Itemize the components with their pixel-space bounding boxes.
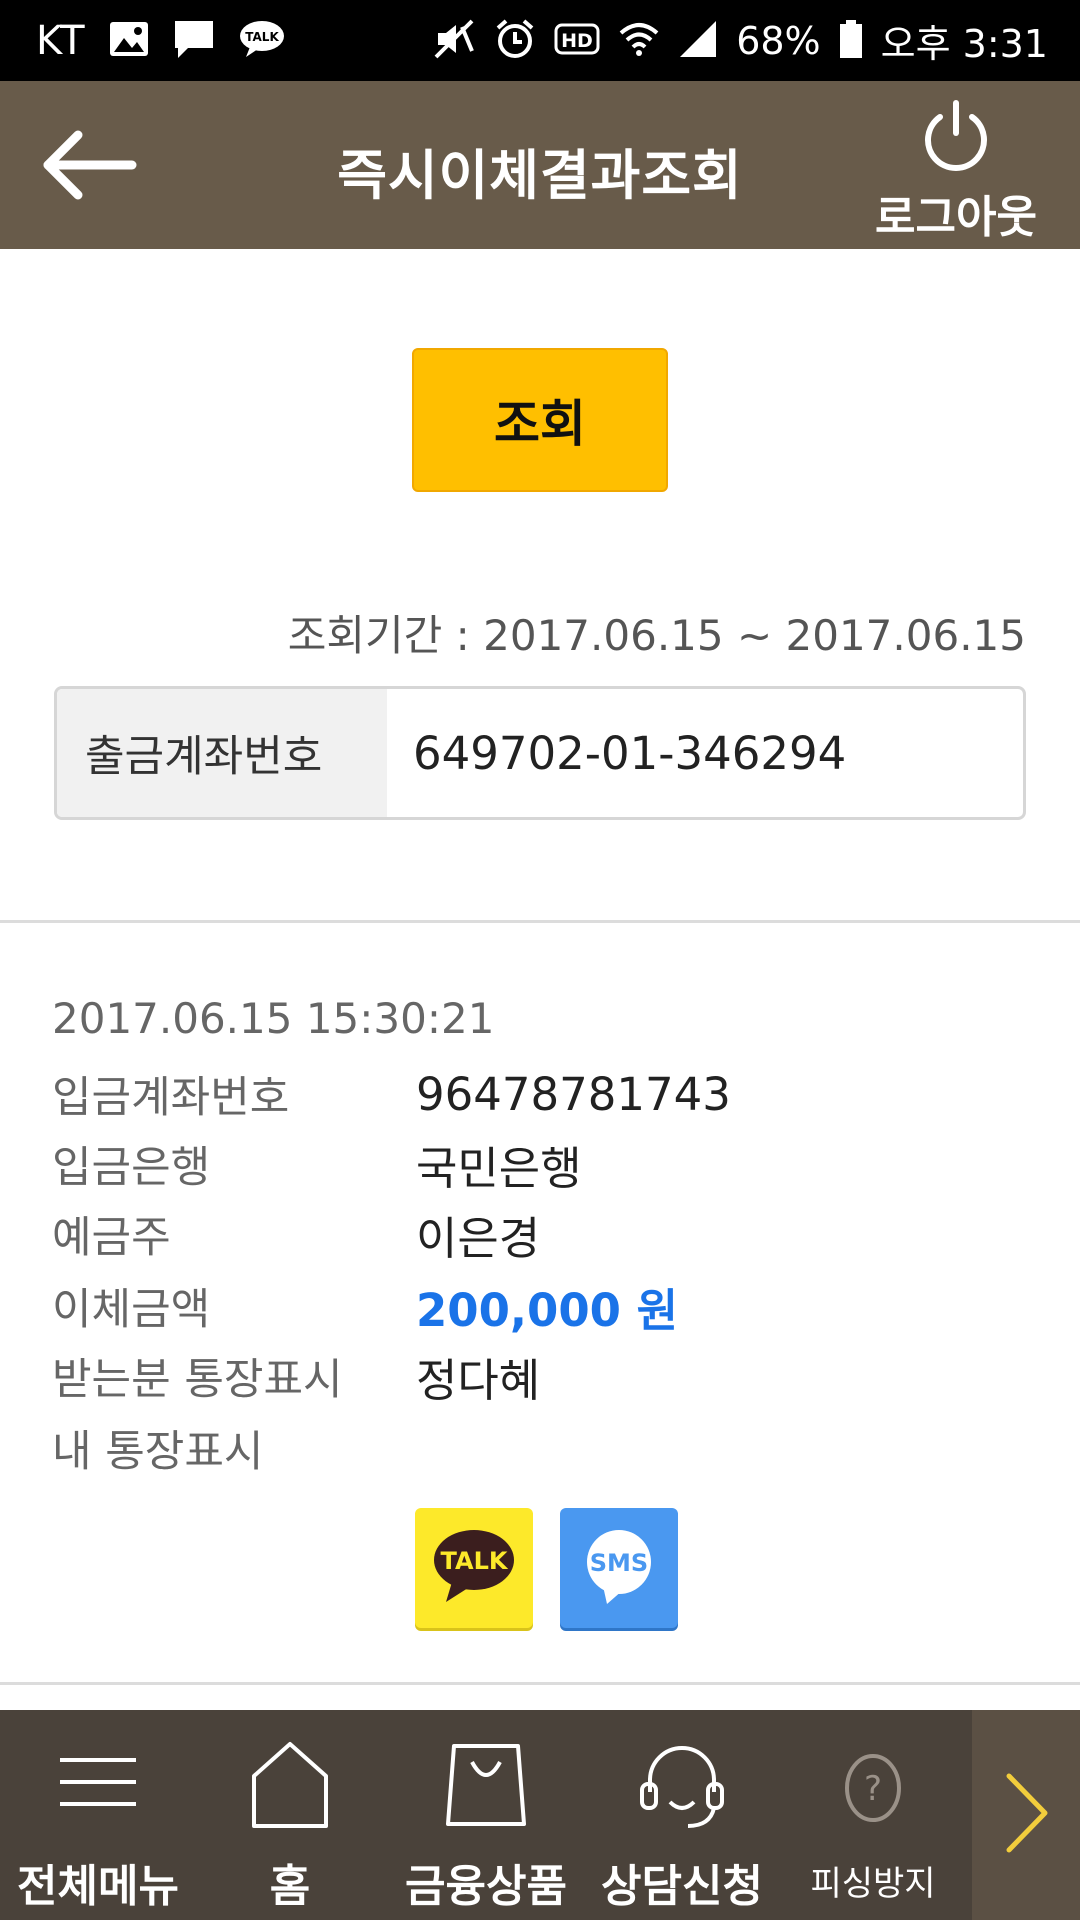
alarm-icon — [494, 18, 536, 64]
detail-value: 국민은행 — [416, 1141, 582, 1195]
status-bar: KT TALK HD 68% 오후 3:31 — [0, 0, 1080, 81]
detail-label: 입금계좌번호 — [52, 1073, 290, 1123]
nav-label: 홈 — [269, 1861, 311, 1912]
nav-home[interactable]: 홈 — [196, 1710, 384, 1920]
sms-bubble-icon: SMS — [577, 1526, 661, 1610]
detail-row-recipient-memo: 받는분 통장표시 정다혜 — [52, 1346, 1032, 1407]
detail-label: 이체금액 — [52, 1285, 211, 1335]
app-header: 즉시이체결과조회 로그아웃 — [0, 81, 1080, 249]
detail-value: 96478781743 — [416, 1067, 731, 1121]
detail-row-account-holder: 예금주 이은경 — [52, 1204, 1032, 1265]
transfer-timestamp: 2017.06.15 15:30:21 — [52, 994, 495, 1043]
nav-all-menu[interactable]: 전체메뉴 — [0, 1710, 196, 1920]
detail-row-deposit-bank: 입금은행 국민은행 — [52, 1134, 1032, 1195]
svg-text:HD: HD — [561, 30, 593, 52]
vibrate-mute-icon — [432, 19, 476, 63]
hamburger-menu-icon — [56, 1732, 140, 1836]
message-icon — [172, 18, 216, 64]
nav-phishing-prevention[interactable]: ? 피싱방지 — [778, 1710, 968, 1920]
kakaotalk-icon: TALK — [428, 1526, 520, 1610]
withdraw-account-value: 649702-01-346294 — [413, 726, 847, 780]
nav-label: 상담신청 — [601, 1861, 763, 1912]
wifi-icon — [618, 19, 660, 63]
nav-next-button[interactable] — [972, 1710, 1080, 1920]
detail-row-my-memo: 내 통장표시 — [52, 1418, 1032, 1478]
question-circle-icon: ? — [831, 1732, 915, 1836]
svg-text:?: ? — [864, 1769, 882, 1809]
detail-value: 이은경 — [416, 1211, 541, 1265]
detail-label: 받는분 통장표시 — [52, 1355, 343, 1405]
signal-icon — [678, 19, 718, 63]
logout-label: 로그아웃 — [875, 192, 1037, 243]
query-button[interactable]: 조회 — [412, 348, 668, 492]
power-icon — [868, 99, 1044, 179]
status-right: HD 68% 오후 3:31 — [432, 0, 1048, 81]
withdraw-account-label: 출금계좌번호 — [57, 689, 387, 817]
shopping-bag-icon — [444, 1732, 528, 1836]
detail-label: 예금주 — [52, 1213, 171, 1263]
nav-label: 피싱방지 — [810, 1864, 936, 1904]
share-sms-button[interactable]: SMS — [560, 1508, 678, 1628]
detail-value: 정다혜 — [416, 1353, 541, 1407]
share-kakaotalk-button[interactable]: TALK — [415, 1508, 533, 1628]
status-left: KT TALK — [36, 0, 286, 81]
section-divider — [0, 1682, 1080, 1685]
section-divider — [0, 920, 1080, 923]
chevron-right-icon — [1001, 1768, 1051, 1862]
kakaotalk-label: TALK — [441, 1547, 509, 1575]
clock: 오후 3:31 — [880, 22, 1048, 66]
nav-financial-products[interactable]: 금융상품 — [392, 1710, 580, 1920]
logout-button[interactable]: 로그아웃 — [868, 99, 1044, 243]
sms-label: SMS — [590, 1549, 648, 1577]
detail-row-deposit-account: 입금계좌번호 96478781743 — [52, 1064, 1032, 1124]
battery-percent: 68% — [736, 18, 821, 63]
carrier-label: KT — [36, 17, 86, 64]
detail-label: 내 통장표시 — [52, 1427, 264, 1477]
detail-label: 입금은행 — [52, 1143, 211, 1193]
bottom-nav: 전체메뉴 홈 금융상품 상담신청 ? 피싱방지 — [0, 1710, 1080, 1920]
nav-consultation[interactable]: 상담신청 — [588, 1710, 776, 1920]
home-icon — [248, 1732, 332, 1836]
detail-row-transfer-amount: 이체금액 200,000 원 — [52, 1276, 1032, 1337]
nav-label: 전체메뉴 — [17, 1861, 179, 1912]
headset-icon — [636, 1732, 728, 1836]
transfer-amount: 200,000 원 — [416, 1283, 679, 1337]
svg-text:TALK: TALK — [245, 30, 279, 44]
kakaotalk-icon: TALK — [238, 19, 286, 63]
query-period: 조회기간 : 2017.06.15 ~ 2017.06.15 — [287, 611, 1026, 660]
hd-icon: HD — [554, 23, 600, 59]
withdraw-account-box: 출금계좌번호 649702-01-346294 — [54, 686, 1026, 820]
nav-label: 금융상품 — [405, 1861, 567, 1912]
gallery-icon — [108, 20, 150, 62]
battery-icon — [839, 19, 863, 63]
